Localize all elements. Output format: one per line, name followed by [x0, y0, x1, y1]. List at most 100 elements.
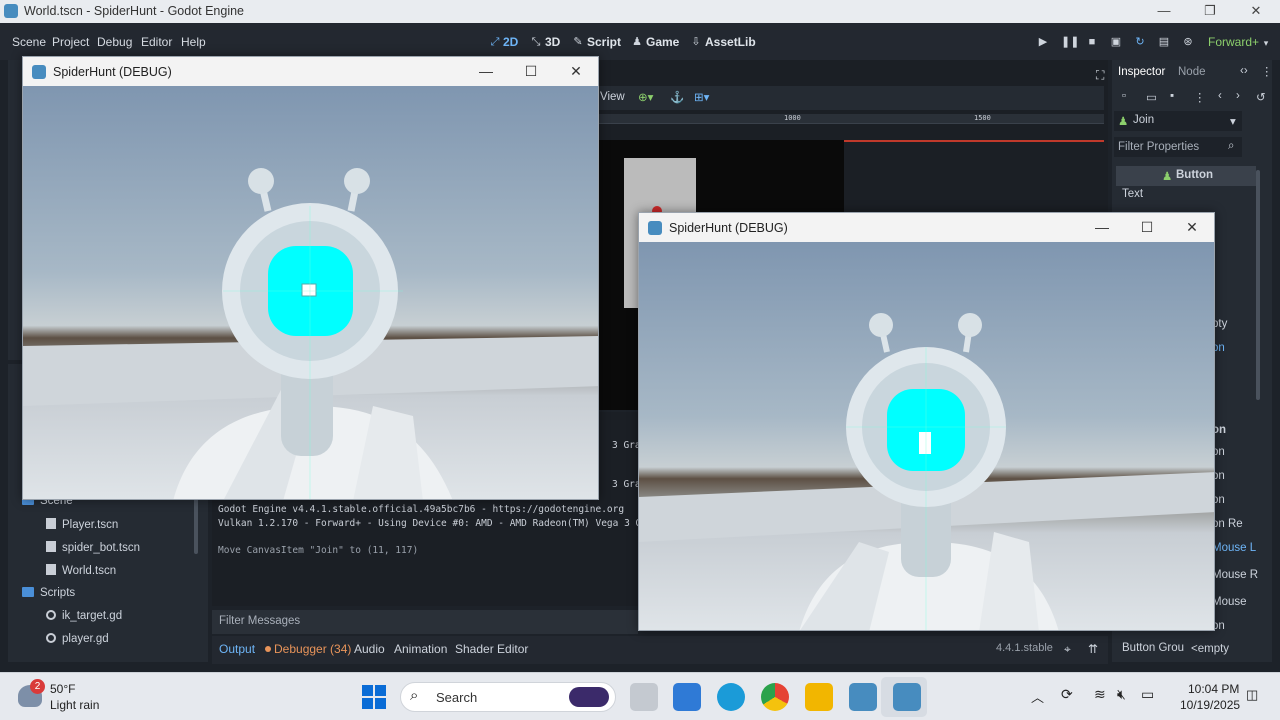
tab-node[interactable]: Node: [1178, 66, 1206, 78]
expand-icon[interactable]: ⇈: [1088, 642, 1098, 656]
output-line: Godot Engine v4.4.1.stable.official.49a5…: [218, 504, 625, 515]
save-icon[interactable]: ▪: [1170, 90, 1174, 102]
minimize-button[interactable]: —: [1141, 0, 1187, 23]
node-selector[interactable]: ♟ Join ▾: [1114, 111, 1242, 131]
fullscreen-icon[interactable]: ⛶: [1096, 68, 1104, 83]
debug-window-2[interactable]: SpiderHunt (DEBUG) — ☐ ✕: [638, 212, 1215, 631]
prop-text-label: Text: [1122, 188, 1144, 200]
chevron-up-icon[interactable]: ︿: [1031, 687, 1044, 706]
game-viewport[interactable]: [23, 86, 598, 499]
ruler: 1000 1500: [598, 114, 1104, 124]
open-icon[interactable]: ▭: [1146, 90, 1157, 104]
new-resource-icon[interactable]: ▫: [1122, 90, 1126, 102]
close-button[interactable]: ✕: [1233, 0, 1279, 23]
sync-icon[interactable]: ⟳: [1061, 686, 1073, 703]
clock-time[interactable]: 10:04 PM: [1188, 682, 1239, 696]
ruler-mark: 1500: [974, 114, 991, 122]
notification-icon[interactable]: ◫: [1246, 687, 1258, 703]
workspace-assetlib[interactable]: AssetLib: [705, 35, 756, 49]
menu-debug[interactable]: Debug: [97, 35, 132, 49]
close-button[interactable]: ✕: [554, 57, 598, 86]
prop-button-group-value[interactable]: <empty: [1191, 643, 1229, 655]
minimize-button[interactable]: —: [1080, 213, 1124, 242]
close-button[interactable]: ✕: [1170, 213, 1214, 242]
reload-icon[interactable]: ↻: [1134, 36, 1146, 48]
more-icon[interactable]: ⋮: [1194, 90, 1206, 104]
godot-icon[interactable]: [849, 683, 877, 711]
tree-item-ik-target-gd[interactable]: ik_target.gd: [46, 610, 122, 630]
robot-scene: [639, 313, 1214, 630]
photos-icon[interactable]: [673, 683, 701, 711]
movie-maker-icon[interactable]: ▤: [1158, 36, 1170, 48]
maximize-button[interactable]: ☐: [1125, 213, 1169, 242]
search-icon: ⌕: [410, 687, 419, 704]
wifi-icon[interactable]: ≋: [1094, 686, 1106, 703]
os-title-bar: World.tscn - SpiderHunt - Godot Engine —…: [0, 0, 1280, 23]
task-view-icon[interactable]: [630, 683, 658, 711]
tab-debugger[interactable]: Debugger (34): [274, 642, 351, 656]
view-menu[interactable]: View: [600, 91, 625, 103]
search-box[interactable]: ⌕ Search: [400, 682, 616, 712]
weather-badge: 2: [30, 679, 45, 694]
game-viewport[interactable]: [639, 242, 1214, 630]
tab-shader-editor[interactable]: Shader Editor: [455, 642, 528, 656]
tab-audio[interactable]: Audio: [354, 642, 385, 656]
remote-debug-icon[interactable]: ▣: [1110, 36, 1122, 48]
menu-help[interactable]: Help: [181, 35, 206, 49]
inspector-toolbar: ▫ ▭ ▪ ⋮ ‹ › ↺: [1116, 88, 1266, 108]
godot-app-icon: [32, 65, 46, 79]
minimize-button[interactable]: —: [464, 57, 508, 86]
section-button[interactable]: ♟ Button: [1116, 166, 1256, 186]
stop-icon[interactable]: ■: [1086, 36, 1098, 48]
tree-item-player-tscn[interactable]: Player.tscn: [46, 518, 118, 538]
scrollbar[interactable]: [1256, 170, 1260, 400]
tree-item-spider-bot-tscn[interactable]: spider_bot.tscn: [46, 541, 140, 561]
profiler-icon[interactable]: ⊛: [1182, 36, 1194, 48]
file-explorer-icon[interactable]: [805, 683, 833, 711]
clock-date[interactable]: 10/19/2025: [1180, 698, 1240, 712]
tab-inspector[interactable]: Inspector: [1118, 66, 1165, 78]
debug-window-1[interactable]: SpiderHunt (DEBUG) — ☐ ✕: [22, 56, 599, 500]
godot-debug-icon[interactable]: [893, 683, 921, 711]
chevron-down-icon[interactable]: ▾: [1260, 37, 1272, 49]
tab-output[interactable]: Output: [219, 642, 255, 656]
chrome-icon[interactable]: [761, 683, 789, 711]
back-icon[interactable]: ‹: [1218, 90, 1222, 102]
godot-app-icon: [4, 4, 18, 18]
menu-icon[interactable]: ⋮: [1261, 64, 1273, 78]
anchor-icon[interactable]: ⚓: [670, 90, 684, 104]
tab-animation[interactable]: Animation: [394, 642, 447, 656]
layout-icon[interactable]: ⊞▾: [694, 90, 709, 104]
workspace-2d[interactable]: 2D: [503, 35, 518, 49]
snap-icon[interactable]: ⊕▾: [638, 90, 653, 104]
menu-scene[interactable]: Scene: [12, 35, 46, 49]
maximize-button[interactable]: ☐: [509, 57, 553, 86]
battery-icon[interactable]: ▭: [1141, 686, 1154, 703]
forward-icon[interactable]: ›: [1236, 90, 1240, 102]
scene-file-icon: [46, 564, 56, 575]
pin-icon[interactable]: ⌖: [1064, 642, 1071, 657]
maximize-button[interactable]: ❐: [1187, 0, 1233, 23]
edge-icon[interactable]: [717, 683, 745, 711]
start-icon[interactable]: [362, 685, 386, 709]
history-icon[interactable]: ↺: [1256, 90, 1266, 104]
pause-icon[interactable]: ❚❚: [1061, 36, 1079, 48]
assetlib-icon: ⇩: [691, 36, 701, 48]
play-icon[interactable]: ▶: [1037, 36, 1049, 48]
scrollbar[interactable]: [194, 494, 198, 554]
menu-editor[interactable]: Editor: [141, 35, 172, 49]
renderer-select[interactable]: Forward+: [1208, 35, 1259, 49]
tree-item-player-gd[interactable]: player.gd: [46, 633, 109, 653]
button-node-icon: ♟: [1162, 171, 1173, 183]
menu-project[interactable]: Project: [52, 35, 89, 49]
filter-messages-input[interactable]: Filter Messages: [212, 610, 638, 634]
volume-muted-icon[interactable]: 🔇︎: [1117, 686, 1126, 703]
filter-properties-input[interactable]: Filter Properties ⌕: [1114, 137, 1242, 157]
tree-item-world-tscn[interactable]: World.tscn: [46, 564, 116, 584]
tree-item-scripts[interactable]: Scripts: [22, 587, 75, 607]
workspace-script[interactable]: Script: [587, 35, 621, 49]
nav-arrows-icon[interactable]: ‹›: [1240, 65, 1248, 77]
workspace-game[interactable]: Game: [646, 35, 679, 49]
workspace-3d[interactable]: 3D: [545, 35, 560, 49]
robot-scene: [23, 168, 598, 499]
